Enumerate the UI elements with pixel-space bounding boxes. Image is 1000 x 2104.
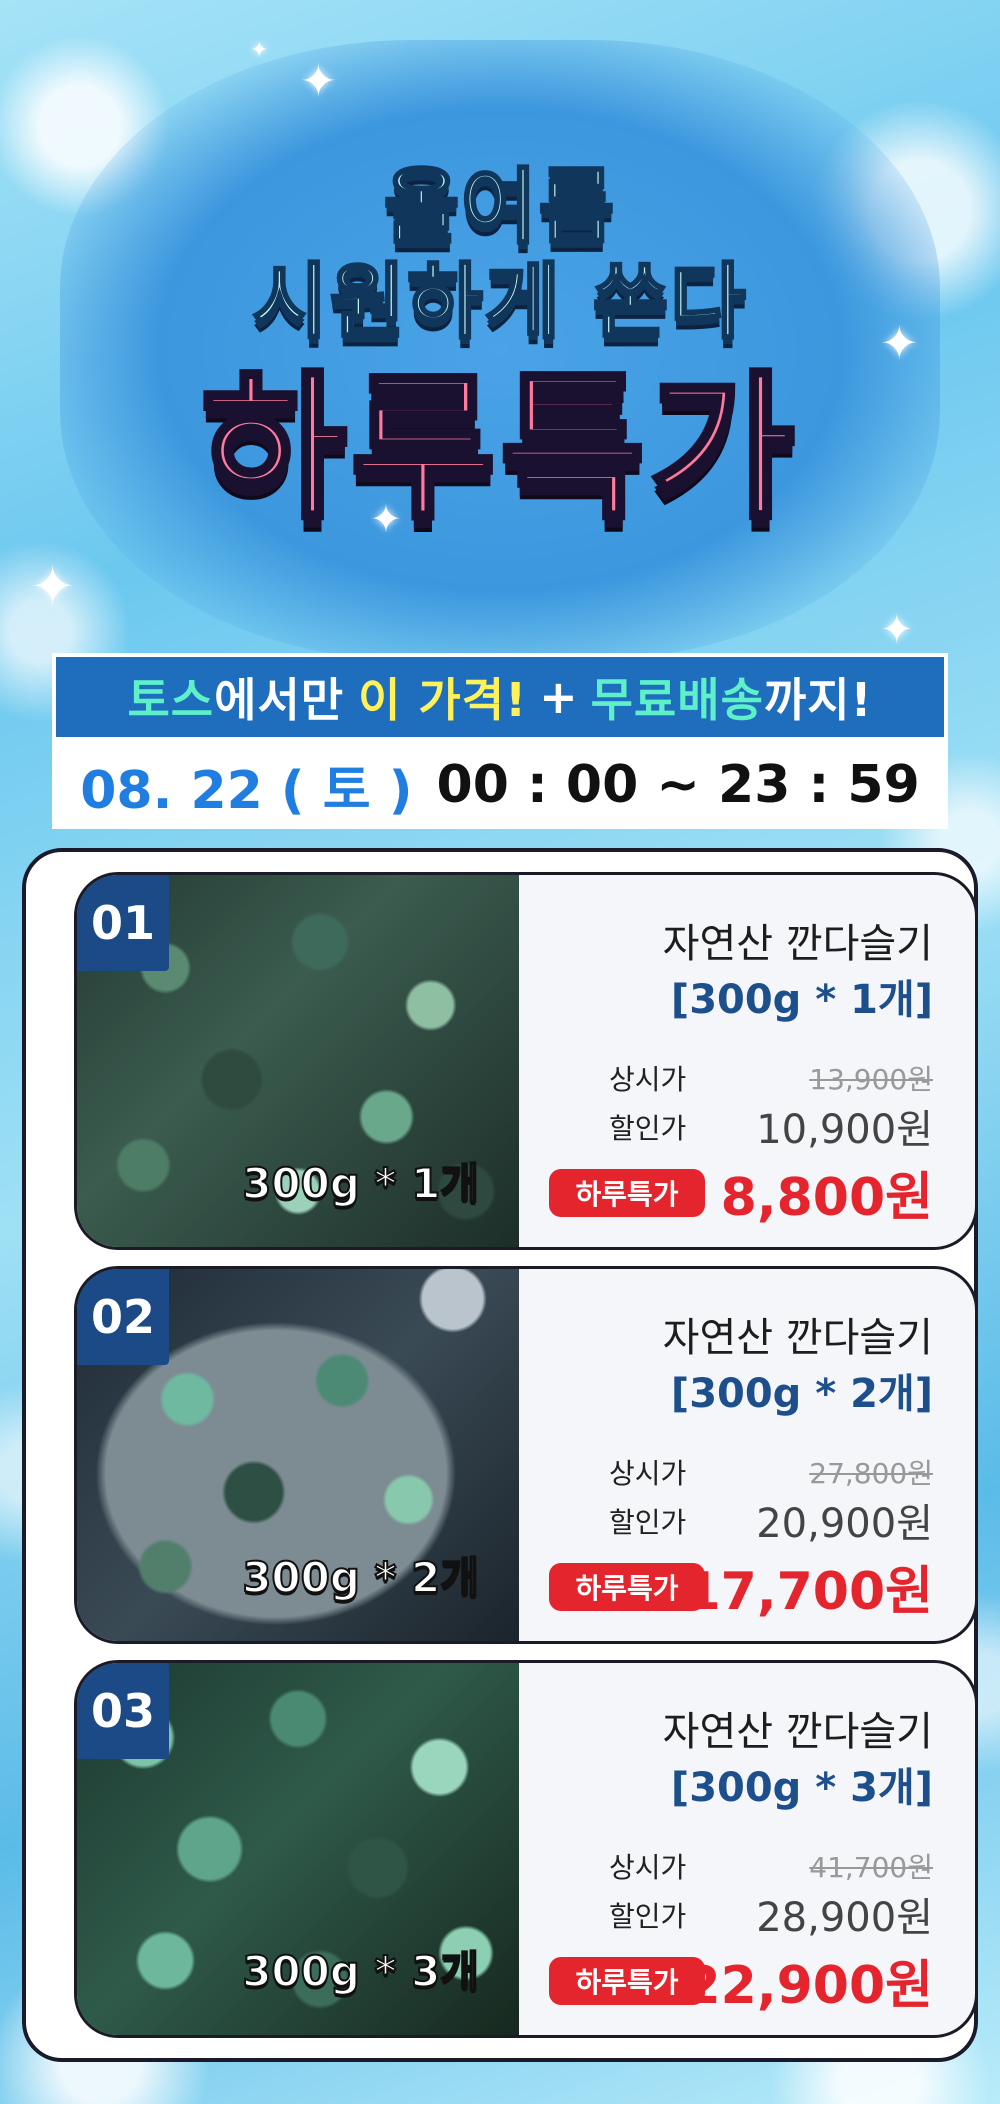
regular-price: 27,800원	[809, 1457, 933, 1490]
special-price: 17,700원	[684, 1562, 933, 1622]
headline-line-2: 시원하게 쏜다	[251, 254, 748, 352]
product-number-badge: 02	[77, 1269, 169, 1365]
product-card[interactable]: 01 300g * 1개 자연산 깐다슬기 [300g * 1개] 상시가 13…	[74, 872, 978, 1250]
special-price-badge: 하루특가	[549, 1957, 705, 2005]
promo-banner: 토스 에서만 이 가격! + 무료배송 까지!	[52, 653, 948, 741]
product-card[interactable]: 02 300g * 2개 자연산 깐다슬기 [300g * 2개] 상시가 27…	[74, 1266, 978, 1644]
special-price-badge: 하루특가	[549, 1169, 705, 1217]
special-price: 22,900원	[684, 1956, 933, 2016]
product-card[interactable]: 03 300g * 3개 자연산 깐다슬기 [300g * 3개] 상시가 41…	[74, 1660, 978, 2038]
regular-price-label: 상시가	[609, 1851, 687, 1884]
photo-quantity-label: 300g * 2개	[241, 1552, 480, 1603]
product-info: 자연산 깐다슬기 [300g * 3개] 상시가 41,700원 할인가 28,…	[519, 1663, 975, 2035]
banner-brand: 토스	[127, 673, 215, 727]
product-quantity: [300g * 2개]	[670, 1371, 933, 1417]
product-number-badge: 01	[77, 875, 169, 971]
discount-price: 20,900원	[756, 1501, 933, 1547]
banner-text: 에서만	[214, 673, 345, 727]
promo-time: 00 : 00 ~ 23 : 59	[436, 755, 920, 815]
product-info: 자연산 깐다슬기 [300g * 1개] 상시가 13,900원 할인가 10,…	[519, 875, 975, 1247]
product-name: 자연산 깐다슬기	[662, 1315, 933, 1361]
promo-title: 하루특가	[199, 357, 799, 541]
product-name: 자연산 깐다슬기	[662, 1709, 933, 1755]
regular-price-label: 상시가	[609, 1457, 687, 1490]
discount-price-label: 할인가	[609, 1506, 687, 1539]
discount-price: 28,900원	[756, 1895, 933, 1941]
banner-plus: +	[539, 670, 579, 724]
promo-date: 08. 22 ( 토 )	[80, 760, 413, 821]
regular-price: 41,700원	[809, 1851, 933, 1884]
banner-price-text: 이 가격!	[358, 673, 528, 727]
product-info: 자연산 깐다슬기 [300g * 2개] 상시가 27,800원 할인가 20,…	[519, 1269, 975, 1641]
banner-text-end: 까지!	[763, 673, 873, 727]
product-quantity: [300g * 3개]	[670, 1765, 933, 1811]
special-price: 8,800원	[720, 1168, 933, 1228]
product-panel: 01 300g * 1개 자연산 깐다슬기 [300g * 1개] 상시가 13…	[22, 848, 978, 2062]
photo-quantity-label: 300g * 1개	[241, 1158, 480, 1209]
schedule-bar: 08. 22 ( 토 ) 00 : 00 ~ 23 : 59	[52, 741, 948, 829]
photo-quantity-label: 300g * 3개	[241, 1946, 480, 1997]
product-number-badge: 03	[77, 1663, 169, 1759]
discount-price-label: 할인가	[609, 1900, 687, 1933]
special-price-badge: 하루특가	[549, 1563, 705, 1611]
discount-price-label: 할인가	[609, 1112, 687, 1145]
product-name: 자연산 깐다슬기	[662, 921, 933, 967]
discount-price: 10,900원	[756, 1107, 933, 1153]
regular-price-label: 상시가	[609, 1063, 687, 1096]
product-quantity: [300g * 1개]	[670, 977, 933, 1023]
banner-free-shipping: 무료배송	[590, 673, 764, 727]
hero-section: 올여름 시원하게 쏜다 하루특가	[0, 0, 1000, 640]
regular-price: 13,900원	[809, 1063, 933, 1096]
